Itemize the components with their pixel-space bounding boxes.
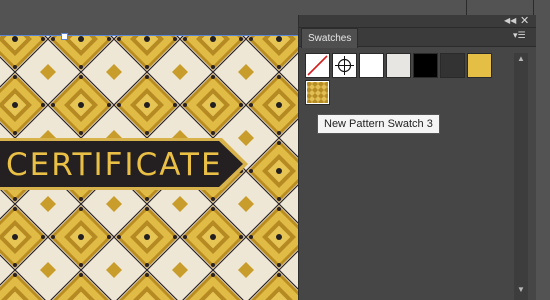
swatch-dark-gray[interactable] bbox=[440, 53, 465, 78]
artboard-border bbox=[0, 35, 300, 36]
swatch-none[interactable] bbox=[305, 53, 330, 78]
panel-titlebar[interactable]: ◀◀ ✕ bbox=[299, 15, 536, 28]
double-chevron-left-icon[interactable]: ◀◀ bbox=[504, 16, 516, 25]
pattern-swatch-icon bbox=[306, 81, 329, 104]
swatches-panel: ◀◀ ✕ Swatches ▾☰ ▲ ▼ bbox=[298, 15, 536, 300]
swatch-black[interactable] bbox=[413, 53, 438, 78]
panel-tab-strip: Swatches ▾☰ bbox=[299, 28, 536, 48]
panel-scrollbar[interactable]: ▲ ▼ bbox=[514, 53, 528, 300]
swatch-pattern[interactable] bbox=[305, 80, 330, 105]
tab-swatches[interactable]: Swatches bbox=[301, 28, 359, 48]
swatch-registration[interactable] bbox=[332, 53, 357, 78]
window-divider bbox=[533, 0, 534, 16]
swatch-light-gray[interactable] bbox=[386, 53, 411, 78]
selection-handle[interactable] bbox=[61, 33, 68, 40]
banner-title: CERTIFICATE bbox=[6, 147, 223, 183]
scroll-up-icon[interactable]: ▲ bbox=[517, 54, 525, 63]
scroll-down-icon[interactable]: ▼ bbox=[517, 285, 525, 294]
close-icon[interactable]: ✕ bbox=[520, 14, 529, 27]
swatch-tooltip: New Pattern Swatch 3 bbox=[317, 114, 440, 134]
none-swatch-icon bbox=[307, 55, 328, 76]
swatch-gold[interactable] bbox=[467, 53, 492, 78]
registration-icon bbox=[335, 56, 354, 75]
swatch-white[interactable] bbox=[359, 53, 384, 78]
panel-menu-icon[interactable]: ▾☰ bbox=[513, 30, 526, 41]
window-divider bbox=[466, 0, 467, 16]
